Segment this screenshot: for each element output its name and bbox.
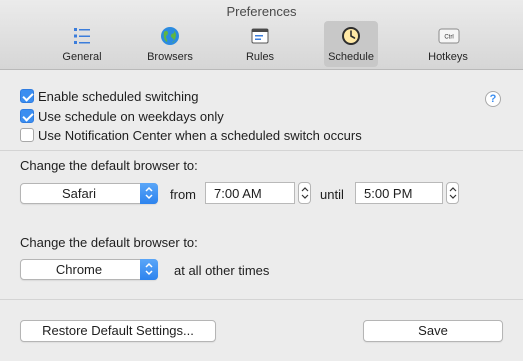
checkbox-label: Use Notification Center when a scheduled… <box>38 127 362 143</box>
ctrl-key-icon: Ctrl <box>438 26 460 46</box>
checkbox-label: Enable scheduled switching <box>38 88 199 104</box>
from-time-stepper[interactable] <box>298 182 311 204</box>
popup-value: Chrome <box>55 262 103 277</box>
list-icon <box>72 26 92 46</box>
tab-schedule[interactable]: Schedule <box>324 21 378 67</box>
other-times-heading: Change the default browser to: <box>20 235 198 250</box>
tab-rules-label: Rules <box>245 51 275 63</box>
from-time-field[interactable]: 7:00 AM <box>205 182 295 204</box>
until-time-stepper[interactable] <box>446 182 459 204</box>
tab-browsers[interactable]: Browsers <box>138 21 202 67</box>
notification-center-checkbox[interactable]: Use Notification Center when a scheduled… <box>20 127 362 143</box>
restore-defaults-button[interactable]: Restore Default Settings... <box>20 320 216 342</box>
window-title: Preferences <box>226 4 297 19</box>
ctrl-key-icon-text: Ctrl <box>444 35 453 41</box>
weekdays-only-checkbox[interactable]: Use schedule on weekdays only <box>20 108 224 124</box>
checkbox-label: Use schedule on weekdays only <box>38 108 224 124</box>
enable-scheduled-switching-checkbox[interactable]: Enable scheduled switching <box>20 88 198 104</box>
help-button[interactable]: ? <box>485 91 501 107</box>
save-button[interactable]: Save <box>363 320 503 342</box>
other-times-browser-popup[interactable]: Chrome <box>20 259 158 280</box>
tab-general-label: General <box>62 51 102 63</box>
schedule-heading: Change the default browser to: <box>20 158 198 173</box>
scheduled-browser-popup[interactable]: Safari <box>20 183 158 204</box>
separator <box>0 150 523 151</box>
tab-hotkeys[interactable]: Ctrl Hotkeys <box>418 21 478 67</box>
tab-general[interactable]: General <box>52 21 112 67</box>
window-toolbar: Preferences General Browsers Rules Sched… <box>0 0 523 70</box>
checkbox-box[interactable] <box>20 109 34 123</box>
until-time-field[interactable]: 5:00 PM <box>355 182 443 204</box>
checkbox-box[interactable] <box>20 128 34 142</box>
tab-hotkeys-label: Hotkeys <box>428 51 468 63</box>
tab-browsers-label: Browsers <box>147 51 193 63</box>
until-label: until <box>320 187 344 202</box>
globe-icon <box>160 26 180 46</box>
checkbox-box[interactable] <box>20 89 34 103</box>
tab-rules[interactable]: Rules <box>232 21 288 67</box>
chevron-updown-icon <box>140 183 158 204</box>
clock-icon <box>341 26 361 46</box>
popup-value: Safari <box>62 186 96 201</box>
tab-schedule-label: Schedule <box>328 51 374 63</box>
chevron-updown-icon <box>140 259 158 280</box>
from-label: from <box>170 187 196 202</box>
other-times-suffix: at all other times <box>174 263 270 278</box>
rules-icon <box>250 26 270 46</box>
separator <box>0 299 523 300</box>
